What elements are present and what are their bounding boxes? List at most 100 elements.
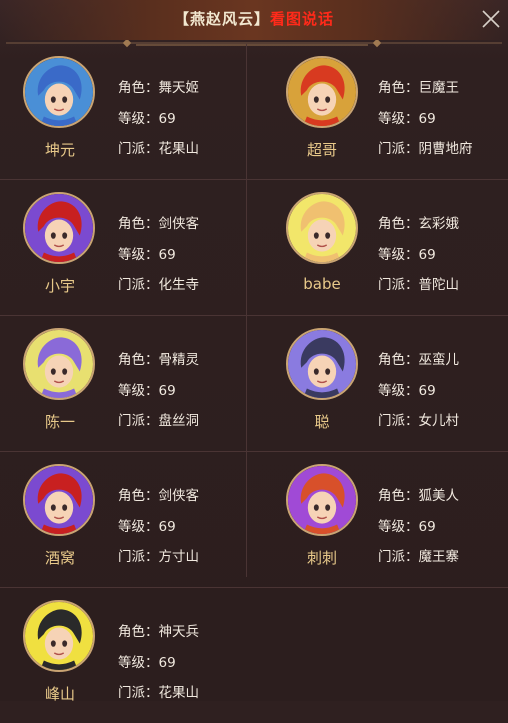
school-value: 花果山 [158,141,200,157]
member-name: 坤元 [44,141,75,159]
role-line: 角色：剑侠客 [118,212,199,243]
panel-title: 【燕赵风云】看图说话 [0,8,508,29]
member-row: 峰山 角色：神天兵 等级：69 门派：花果山 [0,588,508,723]
role-label: 角色： [118,216,159,232]
level-label: 等级： [378,382,419,399]
member-row: 酒窝 角色：剑侠客 等级：69 门派：方寸山 刺刺 角色：狐美人 等级：69 门… [0,452,508,588]
member-grid: 坤元 角色：舞天姬 等级：69 门派：花果山 超哥 角色：巨魔王 等级：69 门… [0,44,508,723]
swordsman-portrait-icon [25,466,93,534]
member-card-5[interactable]: 聪 角色：巫蛮儿 等级：69 门派：女儿村 [247,316,493,451]
member-card-3[interactable]: babe 角色：玄彩娥 等级：69 门派：普陀山 [247,180,493,315]
member-card-6[interactable]: 酒窝 角色：剑侠客 等级：69 门派：方寸山 [0,452,246,587]
school-value: 花果山 [158,685,200,701]
level-line: 等级：69 [118,515,199,546]
role-value: 巫蛮儿 [418,352,460,368]
avatar[interactable] [23,192,95,264]
member-name: 超哥 [306,141,337,159]
level-value: 69 [158,654,176,671]
role-line: 角色：巫蛮儿 [378,348,459,379]
role-value: 剑侠客 [158,216,200,232]
school-label: 门派： [118,549,159,565]
member-card-0[interactable]: 坤元 角色：舞天姬 等级：69 门派：花果山 [0,44,246,179]
avatar[interactable] [286,56,358,128]
school-line: 门派：女儿村 [378,409,459,440]
member-name: 陈一 [44,413,75,431]
level-value: 69 [418,518,436,535]
member-info: 角色：巨魔王 等级：69 门派：阴曹地府 [378,76,473,168]
member-row: 小宇 角色：剑侠客 等级：69 门派：化生寺 babe 角色：玄彩娥 等级：69… [0,180,508,316]
avatar[interactable] [23,464,95,536]
level-label: 等级： [118,654,159,671]
school-line: 门派：化生寺 [118,273,199,304]
role-label: 角色： [378,216,419,232]
school-line: 门派：普陀山 [378,273,459,304]
member-info: 角色：神天兵 等级：69 门派：花果山 [118,620,199,712]
role-value: 剑侠客 [158,488,200,504]
member-info: 角色：舞天姬 等级：69 门派：花果山 [118,76,199,168]
role-line: 角色：舞天姬 [118,76,199,107]
role-label: 角色： [118,488,159,504]
role-label: 角色： [118,624,159,640]
role-label: 角色： [378,488,419,504]
role-value: 神天兵 [158,624,200,640]
member-card-1[interactable]: 超哥 角色：巨魔王 等级：69 门派：阴曹地府 [247,44,493,179]
team-panel: 【燕赵风云】看图说话 坤元 角色：舞天姬 等级：69 门派：花果山 超哥 角色：… [0,0,508,703]
school-line: 门派：花果山 [118,137,199,168]
level-label: 等级： [118,246,159,263]
member-name: 酒窝 [44,549,75,567]
bone-spirit-portrait-icon [25,330,93,398]
level-label: 等级： [378,518,419,535]
avatar[interactable] [23,328,95,400]
member-card-8[interactable]: 峰山 角色：神天兵 等级：69 门派：花果山 [0,588,246,723]
member-row: 坤元 角色：舞天姬 等级：69 门派：花果山 超哥 角色：巨魔王 等级：69 门… [0,44,508,180]
school-value: 女儿村 [418,413,460,429]
school-value: 化生寺 [158,277,200,293]
role-value: 狐美人 [418,488,460,504]
witch-girl-portrait-icon [288,330,356,398]
member-card-2[interactable]: 小宇 角色：剑侠客 等级：69 门派：化生寺 [0,180,246,315]
level-value: 69 [418,110,436,127]
member-info: 角色：剑侠客 等级：69 门派：方寸山 [118,484,199,576]
level-value: 69 [158,518,176,535]
swordsman-portrait-icon [25,194,93,262]
member-row: 陈一 角色：骨精灵 等级：69 门派：盘丝洞 聪 角色：巫蛮儿 等级：69 门派… [0,316,508,452]
member-card-4[interactable]: 陈一 角色：骨精灵 等级：69 门派：盘丝洞 [0,316,246,451]
school-line: 门派：花果山 [118,681,199,712]
level-line: 等级：69 [378,515,459,546]
role-value: 骨精灵 [158,352,200,368]
avatar[interactable] [286,328,358,400]
school-label: 门派： [118,685,159,701]
dancer-portrait-icon [25,58,93,126]
avatar[interactable] [286,192,358,264]
close-icon [482,10,500,28]
school-label: 门派： [378,413,419,429]
role-label: 角色： [118,352,159,368]
level-line: 等级：69 [118,107,199,138]
avatar[interactable] [286,464,358,536]
level-line: 等级：69 [378,243,459,274]
level-line: 等级：69 [118,379,199,410]
school-value: 普陀山 [418,277,460,293]
close-button[interactable] [478,6,504,32]
fox-beauty-portrait-icon [288,466,356,534]
title-action: 看图说话 [270,10,335,28]
role-value: 舞天姬 [158,80,200,96]
role-line: 角色：玄彩娥 [378,212,459,243]
guild-name: 【燕赵风云】 [173,10,270,28]
level-label: 等级： [118,518,159,535]
role-value: 玄彩娥 [418,216,460,232]
role-label: 角色： [118,80,159,96]
member-card-7[interactable]: 刺刺 角色：狐美人 等级：69 门派：魔王寨 [247,452,493,587]
role-line: 角色：巨魔王 [378,76,473,107]
member-name: 聪 [314,413,330,431]
fairy-portrait-icon [288,194,356,262]
avatar[interactable] [23,600,95,672]
school-line: 门派：魔王寨 [378,545,459,576]
school-label: 门派： [378,277,419,293]
avatar[interactable] [23,56,95,128]
role-line: 角色：狐美人 [378,484,459,515]
member-info: 角色：剑侠客 等级：69 门派：化生寺 [118,212,199,304]
role-label: 角色： [378,80,419,96]
level-label: 等级： [378,246,419,263]
role-label: 角色： [378,352,419,368]
